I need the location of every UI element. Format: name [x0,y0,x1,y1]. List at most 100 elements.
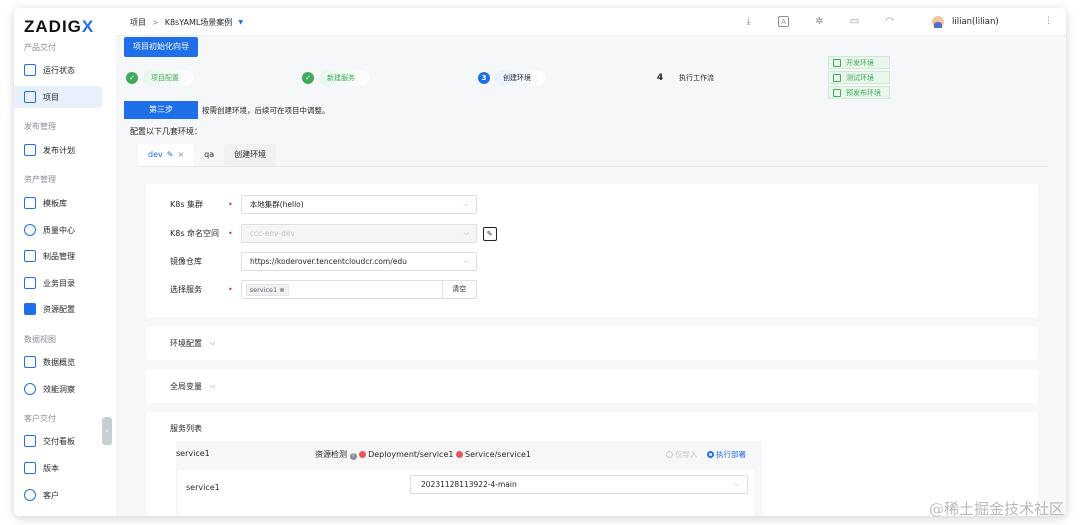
service-list-card: 服务列表 service1 资源检测 ? Deployment/service1… [146,412,1038,516]
sidebar-item-data-overview[interactable]: 数据概览 [14,351,102,373]
resource-icon [24,303,36,315]
service-row-box: service1 资源检测 ? Deployment/service1 Serv… [176,441,762,516]
step-number: 4 [656,73,664,83]
env-icon [833,73,841,82]
check-icon: ✓ [126,72,138,84]
template-icon [24,197,36,209]
app-window: ZADIGX 产品交付 运行状态 项目 发布管理 发布计划 资产管理 模板库 质… [14,8,1066,516]
logo: ZADIGX [24,17,95,36]
namespace-select[interactable]: ccc-env-dev ⌵ [240,224,477,243]
image-tag-select[interactable]: 20231128113922-4-main ⌵ [410,475,748,494]
registry-row: 镜像仓库 https://koderover.tencentcloudcr.co… [170,252,477,271]
translate-icon[interactable]: A [778,16,789,27]
step-new-service: ✓ 新建服务 [302,70,369,86]
sidebar-item-quality[interactable]: 质量中心 [14,219,102,241]
chevron-down-icon: ⌵ [463,229,469,237]
breadcrumb-current[interactable]: K8sYAML场景案例 [165,17,233,28]
import-only-radio[interactable]: 仅导入 [666,449,698,460]
user-menu[interactable]: lilian(lilian) [932,16,999,28]
sidebar-item-templates[interactable]: 模板库 [14,192,102,214]
sidebar-item-customer[interactable]: 客户 [14,484,102,506]
sidebar-item-catalog[interactable]: 业务目录 [14,272,102,294]
tab-dev[interactable]: dev ✎ × [138,144,195,166]
sidebar-item-artifacts[interactable]: 制品管理 [14,245,102,267]
breadcrumb-separator: > [152,18,159,27]
service-list-title: 服务列表 [170,424,202,433]
create-env-button[interactable]: 创建环境 [224,144,277,166]
env-icon [833,58,841,67]
ai-icon[interactable]: ✲ [814,16,825,27]
required-mark: • [228,285,233,294]
sidebar-item-release-plan[interactable]: 发布计划 [14,139,102,161]
sidebar-item-insight[interactable]: 效能洞察 [14,378,102,400]
bell-icon[interactable]: ◠ [884,16,895,27]
board-icon [24,435,36,447]
catalog-icon [24,277,36,289]
service-detail: service1 20231128113922-4-main ⌵ [178,470,754,516]
sidebar-section-data: 数据视图 [24,335,56,344]
chevron-down-icon: ⌵ [210,339,216,347]
step-hint: 按需创建环境，后续可在项目中调整。 [202,106,330,115]
more-icon[interactable]: ⋮ [1044,16,1053,26]
cluster-select[interactable]: 本地集群(hello) ⌵ [240,195,477,214]
sidebar-section-customer: 客户交付 [24,414,56,423]
sidebar: ZADIGX 产品交付 运行状态 项目 发布管理 发布计划 资产管理 模板库 质… [14,8,116,516]
data-overview-icon [24,356,36,368]
tab-divider [138,166,1048,167]
namespace-row: K8s 命名空间 • ccc-env-dev ⌵ ✎ [170,224,497,243]
env-config-panel[interactable]: 环境配置 ⌵ [146,326,1038,360]
check-icon: ✓ [302,72,314,84]
sidebar-item-board[interactable]: 交付看板 [14,430,102,452]
clear-button[interactable]: 清空 [442,280,477,299]
info-icon: ? [349,453,357,460]
cluster-row: K8s 集群 • 本地集群(hello) ⌵ [170,195,477,214]
breadcrumb-root[interactable]: 项目 [130,17,146,28]
top-bar: 项目 > K8sYAML场景案例 ▼ ⤓ A ✲ ▭ ◠ lilian(lili… [116,8,1066,36]
edit-icon[interactable]: ✎ [167,150,174,159]
release-plan-icon [24,144,36,156]
step-badge: 第三步 [124,101,198,119]
init-wizard-button[interactable]: 项目初始化向导 [124,37,198,57]
sidebar-section-release: 发布管理 [24,122,56,131]
config-label: 配置以下几套环境： [130,127,202,136]
env-tag-test: 测试环境 [828,71,890,84]
execute-deploy-radio[interactable]: 执行部署 [707,449,746,460]
env-icon [833,88,841,97]
artifact-icon [24,250,36,262]
chevron-down-icon: ⌵ [733,480,739,488]
watermark: @稀土掘金技术社区 [928,500,1064,518]
service-select[interactable]: service1 ⊗ [240,280,443,299]
resource-check: 资源检测 ? Deployment/service1 Service/servi… [315,450,532,460]
insight-icon [24,383,36,395]
chevron-down-icon[interactable]: ▼ [238,19,243,26]
chevron-down-icon: ⌵ [210,382,216,390]
env-tabs: dev ✎ × qa 创建环境 [138,144,277,166]
namespace-label: K8s 命名空间 [170,229,220,238]
service-detail-name: service1 [186,483,220,492]
main-content: 项目 > K8sYAML场景案例 ▼ ⤓ A ✲ ▭ ◠ lilian(lili… [116,8,1066,516]
edit-namespace-icon[interactable]: ✎ [482,226,497,241]
error-icon [359,451,367,458]
project-icon [24,91,36,103]
step-project-config: ✓ 项目配置 [126,70,193,86]
sidebar-collapse-button[interactable]: ‹ [102,417,112,445]
sidebar-item-status[interactable]: 运行状态 [14,59,102,81]
sidebar-item-resources[interactable]: 资源配置 [14,298,102,320]
download-icon[interactable]: ⤓ [743,16,754,27]
error-icon [456,451,464,458]
docs-icon[interactable]: ▭ [849,16,860,27]
service-chip[interactable]: service1 ⊗ [245,283,289,296]
env-tag-staging: 预发布环境 [828,86,890,99]
sidebar-section-delivery: 产品交付 [24,43,56,52]
tab-qa[interactable]: qa [194,144,224,166]
version-icon [24,462,36,474]
user-name: lilian(lilian) [952,17,999,27]
chevron-down-icon: ⌵ [463,200,469,208]
avatar [932,16,944,28]
sidebar-item-version[interactable]: 版本 [14,457,102,479]
service-name: service1 [176,449,210,458]
global-vars-panel[interactable]: 全局变量 ⌵ [146,369,1038,403]
sidebar-item-project[interactable]: 项目 [14,86,102,108]
registry-select[interactable]: https://koderover.tencentcloudcr.com/edu… [241,252,477,271]
close-icon[interactable]: × [177,150,184,159]
